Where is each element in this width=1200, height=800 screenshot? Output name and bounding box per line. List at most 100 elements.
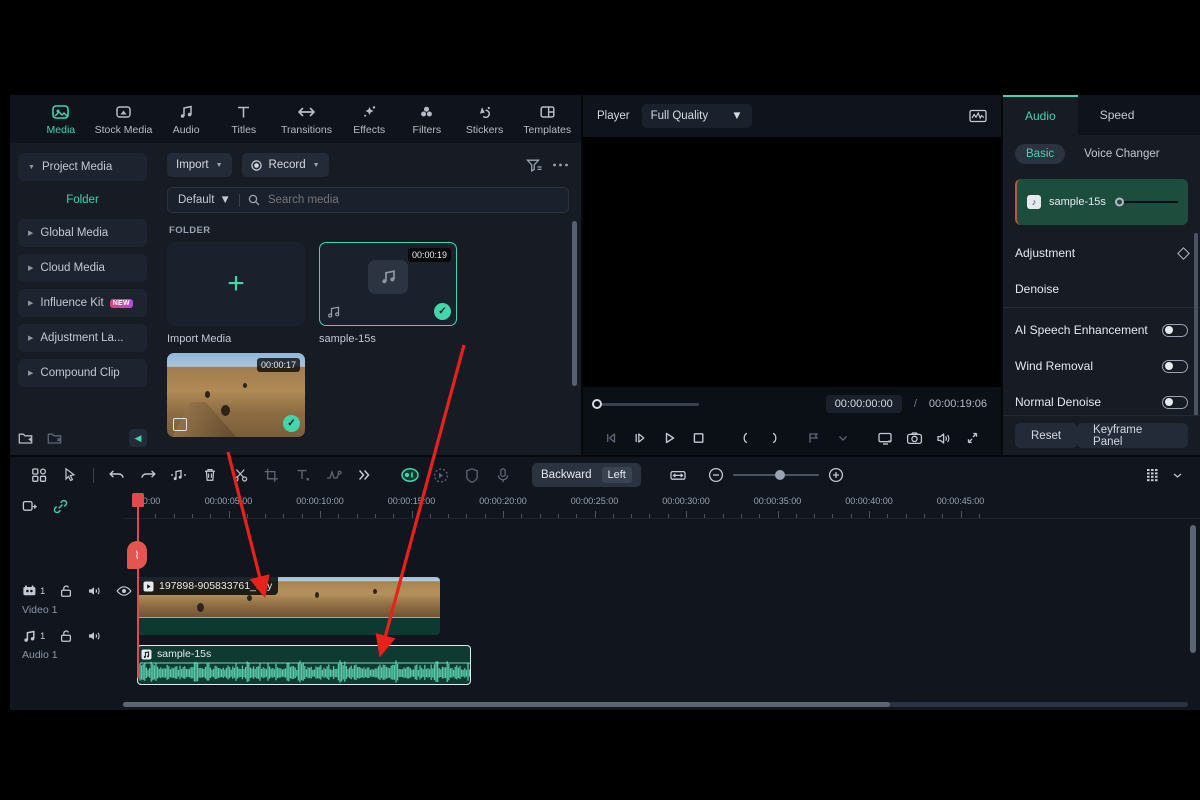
media-panel-scrollbar[interactable] [572,221,577,386]
waveform-scope-icon[interactable] [969,108,987,124]
undo-button[interactable] [101,462,132,488]
new-folder-icon[interactable] [18,431,33,445]
lock-icon[interactable] [59,629,73,643]
reset-button[interactable]: Reset [1015,423,1077,448]
sidebar-item-global-media[interactable]: ▶ Global Media [18,219,147,247]
select-tool-button[interactable] [55,462,86,488]
play-button[interactable] [655,431,684,445]
snapshot-button[interactable] [900,431,929,446]
timeline-playhead[interactable]: ⌇ [137,493,139,678]
sidebar-item-adjustment-layer[interactable]: ▶ Adjustment La... [18,324,147,352]
color-match-button[interactable] [425,462,456,488]
screen-cast-button[interactable] [871,431,900,446]
fullscreen-button[interactable] [958,431,987,445]
markers-dropdown[interactable] [828,434,857,442]
crop-button[interactable] [256,462,287,488]
zoom-slider[interactable] [733,474,819,477]
delete-button[interactable] [194,462,225,488]
nav-tab-templates[interactable]: Templates [513,102,581,136]
timeline-ruler[interactable]: 00:00 00:00:05:00 00:00:10:00 00:00:15:00 00… [123,493,1200,519]
subtab-voice-changer[interactable]: Voice Changer [1073,144,1170,164]
delete-folder-icon[interactable] [47,431,62,445]
timeline-clip-video[interactable]: 197898-905833761_tiny [137,577,440,635]
nav-tab-effects[interactable]: Effects [340,102,398,136]
timeline-tracks-area[interactable]: 00:00 00:00:05:00 00:00:10:00 00:00:15:00 00… [123,493,1200,710]
current-timecode[interactable]: 00:00:00:00 [826,395,902,413]
seek-slider[interactable] [597,403,699,406]
normal-denoise-toggle[interactable] [1162,396,1188,409]
lock-icon[interactable] [59,584,73,598]
add-track-icon[interactable] [22,499,38,514]
selected-clip-card[interactable]: ♪ sample-15s [1015,179,1188,225]
filter-icon[interactable] [526,158,542,172]
duration-badge: 00:00:17 [257,358,300,372]
nav-tab-stock-media[interactable]: Stock Media [90,102,158,136]
ai-mask-button[interactable] [394,462,425,488]
nav-tab-filters[interactable]: Filters [398,102,456,136]
search-input[interactable] [268,194,558,206]
auto-beat-sync-button[interactable] [163,462,194,488]
properties-scrollbar[interactable] [1194,233,1198,415]
collapse-panel-icon[interactable]: ◀ [129,429,147,447]
import-media-tile[interactable]: + [167,242,305,326]
nav-tab-media[interactable]: Media [32,102,90,136]
subtab-basic[interactable]: Basic [1015,144,1065,164]
player-video-stage[interactable] [583,137,1001,387]
keyframe-panel-button[interactable]: Keyframe Panel [1077,423,1188,448]
seek-knob[interactable] [592,399,602,409]
split-button[interactable] [225,462,256,488]
prev-frame-button[interactable] [597,431,626,445]
import-button[interactable]: Import ▼ [167,153,232,177]
nav-tab-transitions[interactable]: Transitions [273,102,341,136]
template-button[interactable] [24,462,55,488]
sidebar-item-project-media[interactable]: ▼ Project Media [18,153,147,181]
tab-audio[interactable]: Audio [1003,95,1078,135]
ai-speech-enhancement-toggle[interactable] [1162,324,1188,337]
redo-button[interactable] [132,462,163,488]
render-bar-button[interactable] [1137,462,1168,488]
video-clip-label: 197898-905833761_tiny [159,580,272,592]
more-options-icon[interactable] [552,162,569,168]
mute-icon[interactable] [87,584,102,598]
track-header-audio-1: 1 Audio 1 [10,629,123,661]
markers-button[interactable] [799,431,828,445]
video-media-tile[interactable]: 00:00:17 ✓ [167,353,305,437]
sidebar-item-compound-clip[interactable]: ▶ Compound Clip [18,359,147,387]
volume-button[interactable] [929,431,958,446]
volume-slider[interactable] [1118,201,1178,203]
wind-removal-toggle[interactable] [1162,360,1188,373]
audio-media-tile[interactable]: 00:00:19 ✓ [319,242,457,326]
sort-dropdown[interactable]: Default ▼ [178,194,231,206]
mark-in-button[interactable] [731,431,760,445]
sidebar-item-cloud-media[interactable]: ▶ Cloud Media [18,254,147,282]
link-icon[interactable] [52,499,69,514]
tab-speed[interactable]: Speed [1078,95,1157,135]
timeline-horizontal-scrollbar[interactable] [123,702,1188,707]
stabilization-button[interactable] [456,462,487,488]
volume-knob[interactable] [1115,198,1124,207]
mute-icon[interactable] [87,629,102,643]
stop-button[interactable] [684,431,713,445]
text-button[interactable] [287,462,318,488]
quality-dropdown[interactable]: Full Quality ▼ [642,104,752,128]
timeline-vertical-scrollbar[interactable] [1190,525,1196,653]
sidebar-item-influence-kit[interactable]: ▶ Influence Kit NEW [18,289,147,317]
sidebar-item-folder[interactable]: Folder [18,188,147,212]
next-frame-button[interactable] [626,431,655,445]
voice-record-button[interactable] [487,462,518,488]
keyframe-diamond-icon[interactable] [1177,247,1190,260]
record-button[interactable]: Record ▼ [242,153,329,177]
mark-out-button[interactable] [760,431,789,445]
zoom-in-icon[interactable] [828,467,844,483]
nav-tab-audio[interactable]: Audio [157,102,215,136]
nav-tab-titles[interactable]: Titles [215,102,273,136]
zoom-out-icon[interactable] [708,467,724,483]
playhead-handle[interactable] [132,493,144,507]
render-dropdown-button[interactable] [1168,462,1186,488]
timeline-clip-audio[interactable]: sample-15s [137,645,471,685]
zoom-knob[interactable] [775,470,785,480]
more-tools-button[interactable] [349,462,380,488]
speed-button[interactable] [318,462,349,488]
fit-to-timeline-button[interactable] [663,462,694,488]
nav-tab-stickers[interactable]: Stickers [456,102,514,136]
